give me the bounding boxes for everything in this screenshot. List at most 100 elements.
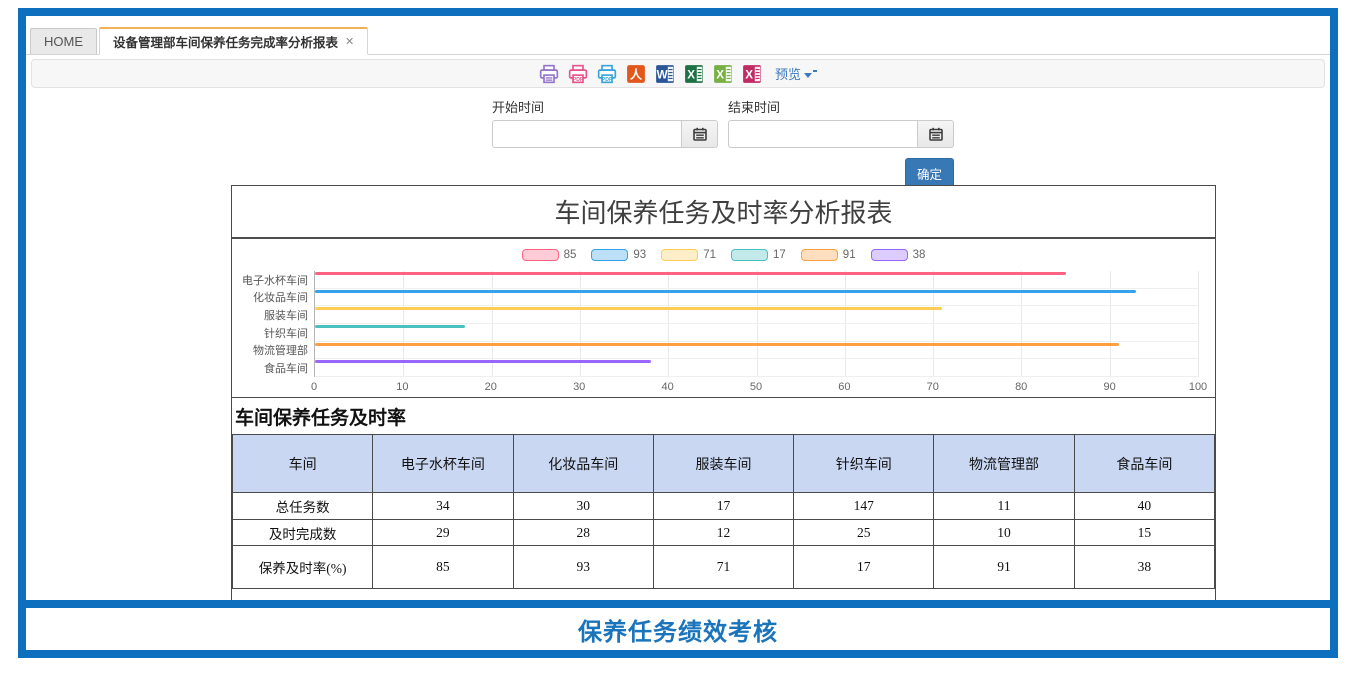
table-cell: 147 [794, 493, 934, 520]
table-cell: 29 [373, 520, 513, 546]
table-cell: 40 [1074, 493, 1214, 520]
y-axis-label: 电子水杯车间 [232, 271, 308, 289]
y-axis-label: 物流管理部 [232, 342, 308, 360]
legend-swatch [731, 249, 768, 261]
chart-row [315, 342, 1198, 360]
chart-row [315, 359, 1198, 377]
bar-服装车间[interactable] [315, 307, 942, 310]
word-export-icon[interactable]: W [655, 64, 675, 84]
table-cell: 28 [513, 520, 653, 546]
table-row: 及时完成数292812251015 [233, 520, 1215, 546]
table-cell: 11 [934, 493, 1074, 520]
chart-legend: 85 93 71 17 91 38 [232, 239, 1215, 263]
table-row: 保养及时率(%)859371179138 [233, 546, 1215, 589]
toolbar-icons: PDF PDF 人 W X X X [539, 64, 762, 84]
x-axis-tick-label: 40 [661, 381, 673, 393]
table-cell: 17 [794, 546, 934, 589]
bar-电子水杯车间[interactable] [315, 272, 1066, 275]
adobe-pdf-export-icon[interactable]: 人 [626, 64, 646, 84]
filter-form: 开始时间 [492, 97, 954, 189]
svg-text:人: 人 [630, 66, 643, 81]
report-title: 车间保养任务及时率分析报表 [232, 186, 1215, 239]
svg-text:X: X [716, 68, 724, 81]
x-axis-tick-label: 10 [396, 381, 408, 393]
tab-report[interactable]: 设备管理部车间保养任务完成率分析报表 ✕ [99, 27, 368, 55]
calendar-icon [693, 127, 707, 141]
svg-text:PDF: PDF [602, 76, 612, 82]
excel-export-icon[interactable]: X [684, 64, 704, 84]
export-toolbar: PDF PDF 人 W X X X 预览 [31, 59, 1325, 88]
tab-close-icon[interactable]: ✕ [345, 35, 354, 48]
chart-row [315, 324, 1198, 342]
table-column-header: 食品车间 [1074, 435, 1214, 493]
footer-divider [26, 600, 1330, 608]
svg-text:X: X [687, 68, 695, 81]
svg-text:PDF: PDF [573, 76, 583, 82]
tab-report-label: 设备管理部车间保养任务完成率分析报表 [113, 32, 338, 51]
y-axis-label: 化妆品车间 [232, 289, 308, 307]
legend-item[interactable]: 85 [522, 249, 577, 261]
bar-chart: 859371179138 电子水杯车间化妆品车间服装车间针织车间物流管理部食品车… [232, 239, 1215, 397]
chart-x-axis-labels: 0102030405060708090100 [314, 379, 1198, 395]
tab-home[interactable]: HOME [30, 28, 97, 54]
print-pdf-blue-icon[interactable]: PDF [597, 64, 617, 84]
chart-plot-area [314, 271, 1198, 377]
end-time-label: 结束时间 [728, 97, 954, 116]
legend-swatch [522, 249, 559, 261]
legend-swatch [661, 249, 698, 261]
start-time-calendar-button[interactable] [681, 120, 718, 148]
legend-label: 71 [703, 249, 716, 261]
x-axis-tick-label: 20 [485, 381, 497, 393]
chart-row [315, 289, 1198, 307]
x-axis-tick-label: 60 [838, 381, 850, 393]
legend-item[interactable]: 38 [871, 249, 926, 261]
x-axis-tick-label: 80 [1015, 381, 1027, 393]
table-column-header: 电子水杯车间 [373, 435, 513, 493]
legend-swatch [591, 249, 628, 261]
bar-食品车间[interactable] [315, 360, 651, 363]
table-row: 总任务数3430171471140 [233, 493, 1215, 520]
start-time-input[interactable] [492, 120, 681, 148]
table-column-header: 化妆品车间 [513, 435, 653, 493]
legend-label: 17 [773, 249, 786, 261]
svg-text:X: X [745, 68, 753, 81]
legend-item[interactable]: 17 [731, 249, 786, 261]
table-column-header: 车间 [233, 435, 373, 493]
excel3-export-icon[interactable]: X [742, 64, 762, 84]
svg-text:W: W [657, 68, 668, 81]
y-axis-label: 针织车间 [232, 324, 308, 342]
x-axis-tick-label: 30 [573, 381, 585, 393]
table-cell: 25 [794, 520, 934, 546]
footer-title: 保养任务绩效考核 [578, 612, 778, 647]
legend-label: 93 [633, 249, 646, 261]
preview-label: 预览 [775, 64, 801, 83]
bar-针织车间[interactable] [315, 325, 465, 328]
table-cell: 91 [934, 546, 1074, 589]
legend-item[interactable]: 71 [661, 249, 716, 261]
table-section-title: 车间保养任务及时率 [232, 397, 1215, 434]
x-axis-tick-label: 90 [1103, 381, 1115, 393]
table-header-row: 车间电子水杯车间化妆品车间服装车间针织车间物流管理部食品车间 [233, 435, 1215, 493]
legend-item[interactable]: 91 [801, 249, 856, 261]
start-time-label: 开始时间 [492, 97, 718, 116]
table-cell: 71 [653, 546, 793, 589]
excel2-export-icon[interactable]: X [713, 64, 733, 84]
end-time-calendar-button[interactable] [917, 120, 954, 148]
end-time-input[interactable] [728, 120, 917, 148]
table-cell: 85 [373, 546, 513, 589]
table-cell: 17 [653, 493, 793, 520]
footer-band: 保养任务绩效考核 [26, 608, 1330, 650]
preview-dropdown[interactable]: 预览 [775, 64, 817, 83]
legend-item[interactable]: 93 [591, 249, 646, 261]
bar-化妆品车间[interactable] [315, 290, 1136, 293]
table-cell: 12 [653, 520, 793, 546]
bar-物流管理部[interactable] [315, 343, 1119, 346]
page-content: HOME 设备管理部车间保养任务完成率分析报表 ✕ PDF PDF 人 W X X X 预览… [26, 16, 1330, 650]
chevron-down-icon-2 [813, 70, 817, 72]
table-cell: 30 [513, 493, 653, 520]
legend-label: 85 [564, 249, 577, 261]
legend-label: 38 [913, 249, 926, 261]
print-icon[interactable] [539, 64, 559, 84]
tab-bar: HOME 设备管理部车间保养任务完成率分析报表 ✕ [26, 28, 1330, 55]
print-pdf-pink-icon[interactable]: PDF [568, 64, 588, 84]
